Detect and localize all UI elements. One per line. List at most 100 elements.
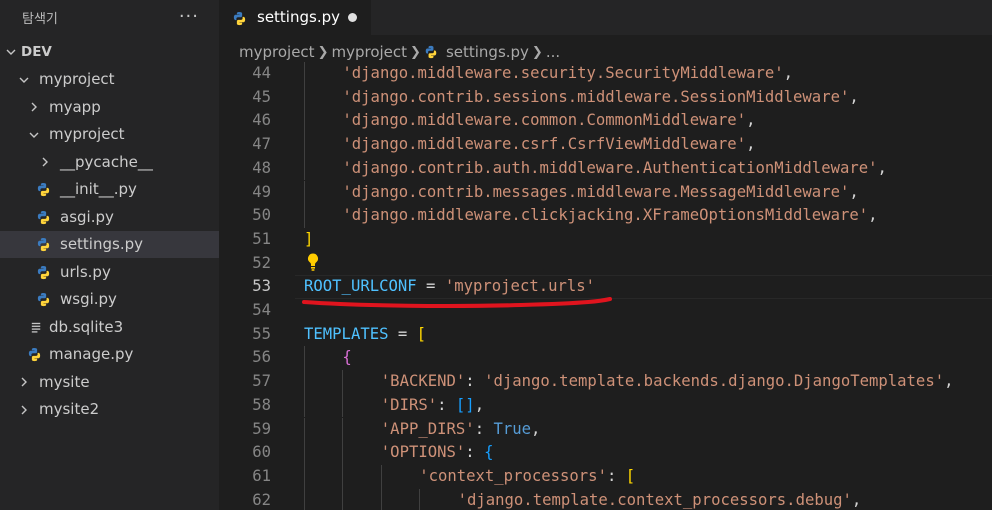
line-number: 59: [252, 419, 271, 438]
more-actions-icon[interactable]: ···: [179, 8, 199, 26]
code-editor[interactable]: 44 'django.middleware.security.SecurityMi…: [219, 62, 992, 510]
breadcrumb-file[interactable]: settings.py: [446, 43, 529, 61]
chevron-right-icon[interactable]: [17, 375, 31, 389]
code-line[interactable]: 57 'BACKEND': 'django.template.backends.d…: [219, 370, 992, 394]
code-line[interactable]: 60 'OPTIONS': {: [219, 441, 992, 465]
code-token: ,: [474, 395, 485, 414]
line-number: 44: [252, 64, 271, 82]
tree-folder[interactable]: mysite: [0, 368, 219, 396]
tree-folder[interactable]: myapp: [0, 93, 219, 121]
tree-file[interactable]: urls.py: [0, 258, 219, 286]
code-line[interactable]: 61 'context_processors': [: [219, 465, 992, 489]
code-token: 'django.middleware.common.CommonMiddlewa…: [342, 111, 747, 130]
tree-folder[interactable]: myproject: [0, 66, 219, 94]
indent-guide: [419, 488, 421, 510]
indent-guide: [304, 180, 305, 205]
line-number: 50: [252, 206, 271, 225]
code-text: 'django.contrib.auth.middleware.Authenti…: [342, 157, 887, 181]
chevron-right-icon[interactable]: [17, 403, 31, 417]
breadcrumb-more[interactable]: ...: [546, 43, 560, 61]
python-icon: [35, 264, 51, 280]
tree-item-label: myproject: [39, 70, 115, 89]
code-text: 'django.contrib.sessions.middleware.Sess…: [342, 86, 858, 110]
python-icon: [231, 10, 247, 26]
code-line[interactable]: 52: [219, 252, 992, 276]
tree-folder[interactable]: myproject: [0, 121, 219, 149]
code-token: ,: [944, 372, 954, 391]
code-text: 'DIRS': [],: [381, 394, 484, 418]
tree-item-label: __init__.py: [60, 180, 137, 199]
line-number: 47: [252, 135, 271, 154]
chevron-right-icon[interactable]: [27, 100, 41, 114]
code-text: 'django.template.context_processors.debu…: [458, 489, 862, 510]
chevron-down-icon[interactable]: [27, 128, 41, 142]
tree-folder[interactable]: __pycache__: [0, 148, 219, 176]
lightbulb-icon[interactable]: [305, 252, 321, 272]
code-line[interactable]: 55 TEMPLATES = [: [219, 323, 992, 347]
python-icon: [26, 347, 42, 363]
tree-item-label: mysite: [39, 372, 90, 391]
code-line[interactable]: 56 {: [219, 346, 992, 370]
line-number: 51: [252, 229, 271, 248]
tab-bar: settings.py: [219, 0, 992, 35]
code-token: ,: [531, 419, 541, 438]
indent-guide: [342, 464, 344, 489]
line-number: 60: [252, 443, 271, 462]
tree-folder[interactable]: mysite2: [0, 396, 219, 424]
tree-file[interactable]: db.sqlite3: [0, 313, 219, 341]
tree-file[interactable]: manage.py: [0, 341, 219, 369]
chevron-down-icon[interactable]: [4, 45, 18, 59]
tree-item-label: db.sqlite3: [49, 317, 124, 336]
code-token: ,: [746, 111, 756, 130]
code-line[interactable]: 47 'django.middleware.csrf.CsrfViewMiddle…: [219, 133, 992, 157]
indent-guide: [304, 204, 305, 228]
explorer-header: 탐색기 ···: [0, 0, 219, 34]
tab-settings-py[interactable]: settings.py: [219, 0, 371, 35]
code-token: 'django.contrib.auth.middleware.Authenti…: [342, 158, 878, 177]
chevron-down-icon[interactable]: [17, 73, 31, 87]
breadcrumb-folder-2[interactable]: myproject: [331, 43, 407, 61]
code-line[interactable]: 48 'django.contrib.auth.middleware.Authen…: [219, 157, 992, 181]
code-line[interactable]: 45 'django.contrib.sessions.middleware.Se…: [219, 86, 992, 110]
code-token: 'django.middleware.clickjacking.XFrameOp…: [342, 206, 869, 225]
code-text: 'django.contrib.messages.middleware.Mess…: [342, 181, 858, 205]
indent-guide: [304, 156, 305, 181]
workspace-root[interactable]: DEV: [0, 38, 219, 66]
tree-file[interactable]: __init__.py: [0, 176, 219, 204]
tree-file[interactable]: wsgi.py: [0, 286, 219, 314]
indent-guide: [304, 441, 305, 465]
code-line[interactable]: 44 'django.middleware.security.SecurityMi…: [219, 62, 992, 86]
code-line[interactable]: 62 'django.template.context_processors.de…: [219, 489, 992, 510]
line-number: 49: [252, 182, 271, 201]
code-text: 'django.middleware.security.SecurityMidd…: [342, 62, 793, 86]
code-line[interactable]: 49 'django.contrib.messages.middleware.Me…: [219, 181, 992, 205]
code-line[interactable]: 46 'django.middleware.common.CommonMiddle…: [219, 109, 992, 133]
code-token: ,: [868, 206, 878, 225]
line-number: 55: [252, 324, 271, 343]
tab-label: settings.py: [257, 8, 340, 26]
file-lines-icon: [28, 319, 44, 335]
code-token: 'django.template.backends.django.DjangoT…: [484, 372, 945, 391]
line-number: 57: [252, 372, 271, 391]
code-token: [: [416, 324, 427, 343]
tree-file[interactable]: settings.py: [0, 230, 219, 258]
unsaved-dot-icon[interactable]: [348, 13, 357, 22]
explorer-sidebar: 탐색기 ··· DEV myproject myapp myproject __pyca…: [0, 0, 219, 510]
code-line[interactable]: 51]: [219, 228, 992, 252]
code-token: [: [625, 466, 636, 485]
code-line[interactable]: 59 'APP_DIRS': True,: [219, 418, 992, 442]
python-icon: [35, 209, 51, 225]
code-token: ,: [877, 158, 887, 177]
indent-guide: [342, 417, 344, 442]
tree-item-label: DEV: [21, 43, 52, 60]
code-token: []: [455, 395, 475, 414]
code-token: {: [484, 443, 494, 462]
code-token: 'django.middleware.csrf.CsrfViewMiddlewa…: [342, 135, 747, 154]
tree-file[interactable]: asgi.py: [0, 203, 219, 231]
code-line[interactable]: 50 'django.middleware.clickjacking.XFrame…: [219, 204, 992, 228]
code-line[interactable]: 58 'DIRS': [],: [219, 394, 992, 418]
tree-item-label: asgi.py: [60, 207, 114, 226]
code-token: ,: [849, 182, 859, 201]
chevron-right-icon[interactable]: [38, 155, 52, 169]
breadcrumb-folder-1[interactable]: myproject: [239, 43, 315, 61]
